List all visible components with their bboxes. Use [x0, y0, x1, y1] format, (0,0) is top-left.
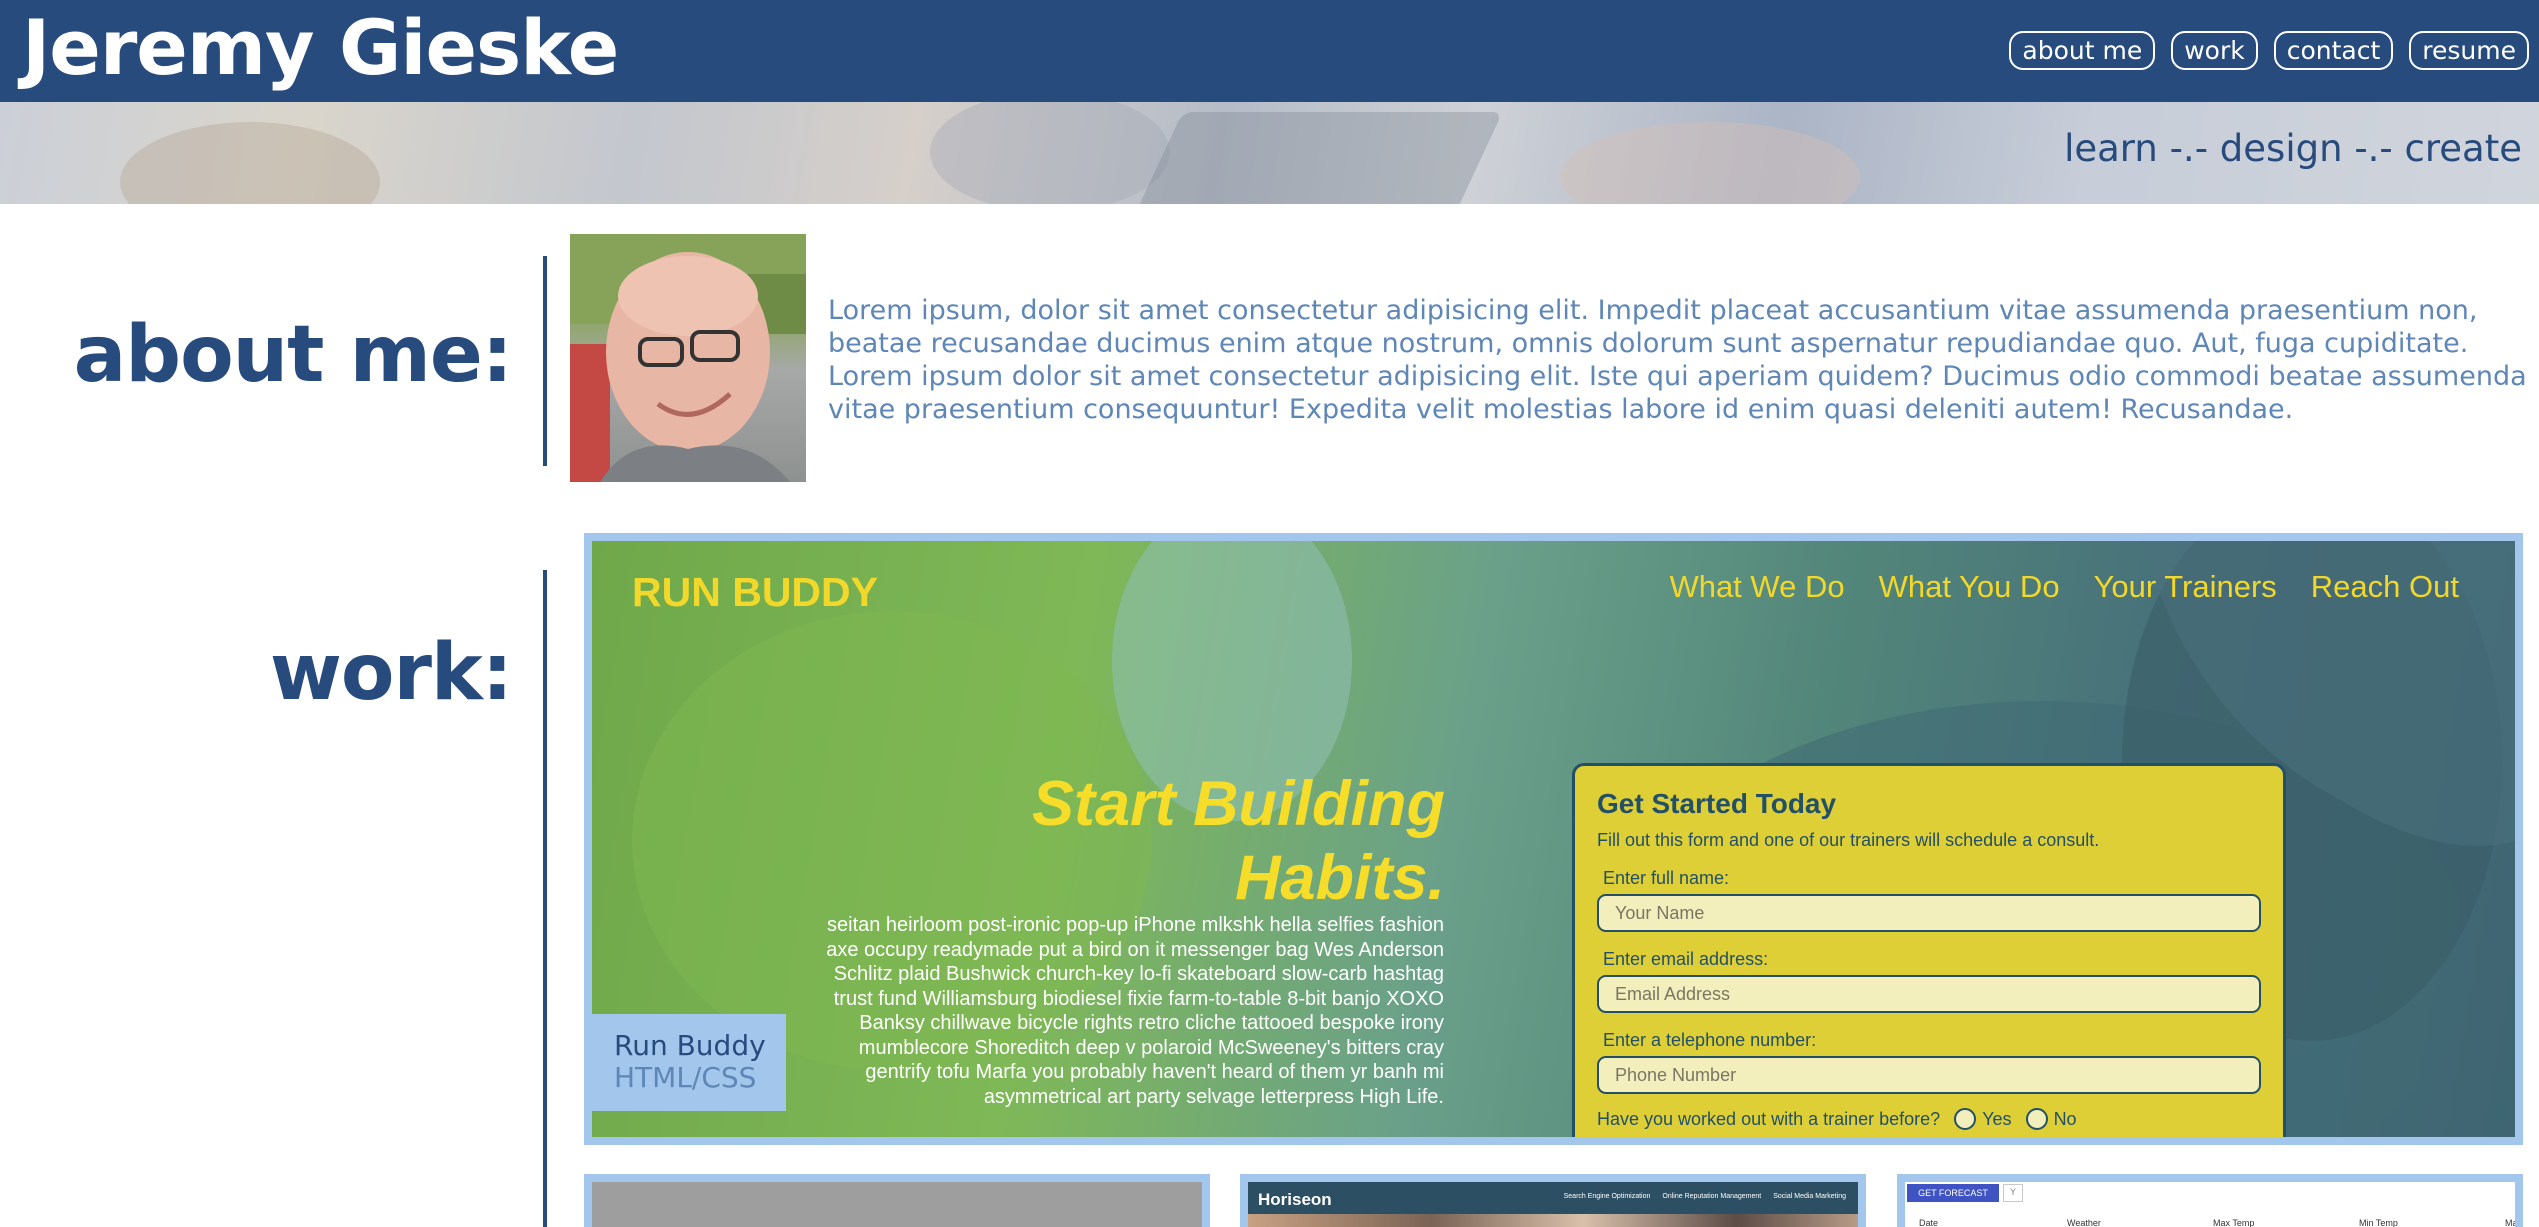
project-thumb-weather[interactable]: GET FORECAST Y Date Weather Max Temp Min…	[1897, 1174, 2523, 1227]
col-date: Date	[1919, 1218, 1939, 1227]
run-buddy-nav-reach-out: Reach Out	[2310, 569, 2459, 604]
about-heading: about me:	[73, 310, 513, 400]
yes-radio	[1954, 1108, 1977, 1130]
run-buddy-nav: What We Do What You Do Your Trainers Rea…	[1669, 569, 2459, 605]
col-min-temp: Min Temp	[2359, 1218, 2398, 1227]
main-nav: about me work contact resume	[2009, 31, 2529, 70]
run-buddy-hero-title: Start Building Habits.	[1032, 769, 1445, 913]
forecast-table-header: Date Weather Max Temp Min Temp Max Wind …	[1919, 1218, 2515, 1227]
nav-work[interactable]: work	[2171, 31, 2258, 70]
run-buddy-nav-what-we-do: What We Do	[1669, 569, 1845, 604]
no-radio	[2025, 1108, 2048, 1130]
yes-label: Yes	[1982, 1108, 2012, 1129]
work-divider	[543, 570, 547, 1227]
project-thumb-horiseon[interactable]: Horiseon Search Engine Optimization Onli…	[1240, 1174, 1866, 1227]
name-field: Your Name	[1597, 894, 2261, 932]
weather-screenshot: GET FORECAST Y Date Weather Max Temp Min…	[1905, 1182, 2515, 1227]
work-heading: work:	[269, 628, 513, 718]
col-max-wind: Max Wind Speed	[2505, 1218, 2515, 1227]
name-label: Enter full name:	[1603, 868, 1730, 888]
project-name: Run Buddy	[614, 1029, 766, 1062]
tagline: learn -.- design -.- create	[2064, 127, 2522, 170]
trainer-question: Have you worked out with a trainer befor…	[1597, 1108, 1941, 1129]
run-buddy-nav-what-you-do: What You Do	[1878, 569, 2060, 604]
profile-photo	[570, 234, 806, 482]
col-max-temp: Max Temp	[2213, 1218, 2255, 1227]
project-thumb-placeholder[interactable]	[584, 1174, 1210, 1227]
form-subtitle: Fill out this form and one of our traine…	[1597, 830, 2100, 850]
forecast-dropdown: Y	[2003, 1184, 2023, 1202]
phone-field: Phone Number	[1597, 1056, 2261, 1094]
run-buddy-signup-form: Get Started Today Fill out this form and…	[1572, 763, 2286, 1137]
featured-project-card[interactable]: RUN BUDDY What We Do What You Do Your Tr…	[584, 533, 2523, 1145]
nav-contact[interactable]: contact	[2273, 31, 2394, 70]
horiseon-hero-image	[1248, 1214, 1858, 1227]
horiseon-screenshot: Horiseon Search Engine Optimization Onli…	[1248, 1182, 1858, 1227]
profile-photo-illustration	[570, 234, 806, 482]
phone-label: Enter a telephone number:	[1603, 1030, 1817, 1050]
run-buddy-nav-your-trainers: Your Trainers	[2093, 569, 2277, 604]
run-buddy-logo: RUN BUDDY	[632, 569, 878, 615]
horiseon-nav: Search Engine Optimization Online Reputa…	[1564, 1193, 1846, 1200]
run-buddy-hero-text: seitan heirloom post-ironic pop-up iPhon…	[826, 914, 1444, 1108]
project-tech: HTML/CSS	[614, 1061, 757, 1094]
trainer-question-row: Have you worked out with a trainer befor…	[1597, 1108, 2261, 1130]
get-forecast-button: GET FORECAST	[1907, 1184, 1999, 1202]
project-caption: Run Buddy HTML/CSS	[592, 1014, 786, 1111]
nav-about-me[interactable]: about me	[2009, 31, 2156, 70]
col-weather: Weather	[2067, 1218, 2101, 1227]
form-title: Get Started Today	[1597, 788, 1837, 819]
horiseon-logo: Horiseon	[1258, 1190, 1332, 1209]
placeholder-image	[592, 1182, 1202, 1227]
horiseon-nav-social: Social Media Marketing	[1773, 1193, 1846, 1200]
nav-resume[interactable]: resume	[2409, 31, 2529, 70]
site-title: Jeremy Gieske	[22, 3, 619, 92]
site-header: Jeremy Gieske about me work contact resu…	[0, 0, 2539, 102]
horiseon-nav-reputation: Online Reputation Management	[1662, 1193, 1762, 1200]
email-field: Email Address	[1597, 975, 2261, 1013]
about-divider	[543, 256, 547, 466]
horiseon-nav-seo: Search Engine Optimization	[1563, 1193, 1651, 1200]
no-label: No	[2053, 1108, 2077, 1129]
run-buddy-screenshot: RUN BUDDY What We Do What You Do Your Tr…	[592, 541, 2515, 1137]
about-text: Lorem ipsum, dolor sit amet consectetur …	[828, 295, 2527, 425]
email-label: Enter email address:	[1603, 949, 1769, 969]
